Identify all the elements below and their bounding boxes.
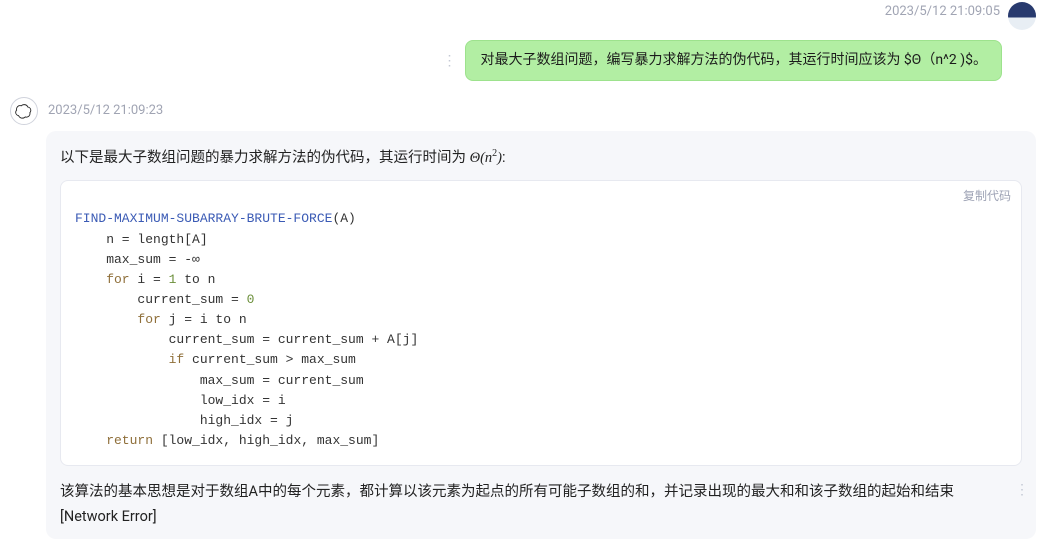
user-message-bubble: 对最大子数组问题，编写暴力求解方法的伪代码，其运行时间应该为 $Θ（n^2 )$… xyxy=(465,40,1002,81)
network-error-text: [Network Error] xyxy=(60,508,157,525)
more-options-icon[interactable]: ⋮ xyxy=(1015,482,1030,498)
assistant-timestamp: 2023/5/12 21:09:23 xyxy=(48,103,163,118)
message-options-icon[interactable]: ⋮ xyxy=(440,53,459,69)
openai-icon xyxy=(15,102,33,120)
copy-code-button[interactable]: 复制代码 xyxy=(963,187,1011,206)
assistant-message-bubble: 以下是最大子数组问题的暴力求解方法的伪代码，其运行时间为 Θ(n2): 复制代码… xyxy=(46,131,1036,539)
user-avatar[interactable] xyxy=(1008,2,1036,30)
code-block: 复制代码 FIND-MAXIMUM-SUBARRAY-BRUTE-FORCE(A… xyxy=(60,180,1022,466)
user-timestamp: 2023/5/12 21:09:05 xyxy=(885,4,1000,19)
intro-text: 以下是最大子数组问题的暴力求解方法的伪代码，其运行时间为 Θ(n2): xyxy=(60,145,1022,170)
assistant-avatar[interactable] xyxy=(10,97,38,125)
explanation-text: 该算法的基本思想是对于数组A中的每个元素，都计算以该元素为起点的所有可能子数组的… xyxy=(60,480,1022,529)
